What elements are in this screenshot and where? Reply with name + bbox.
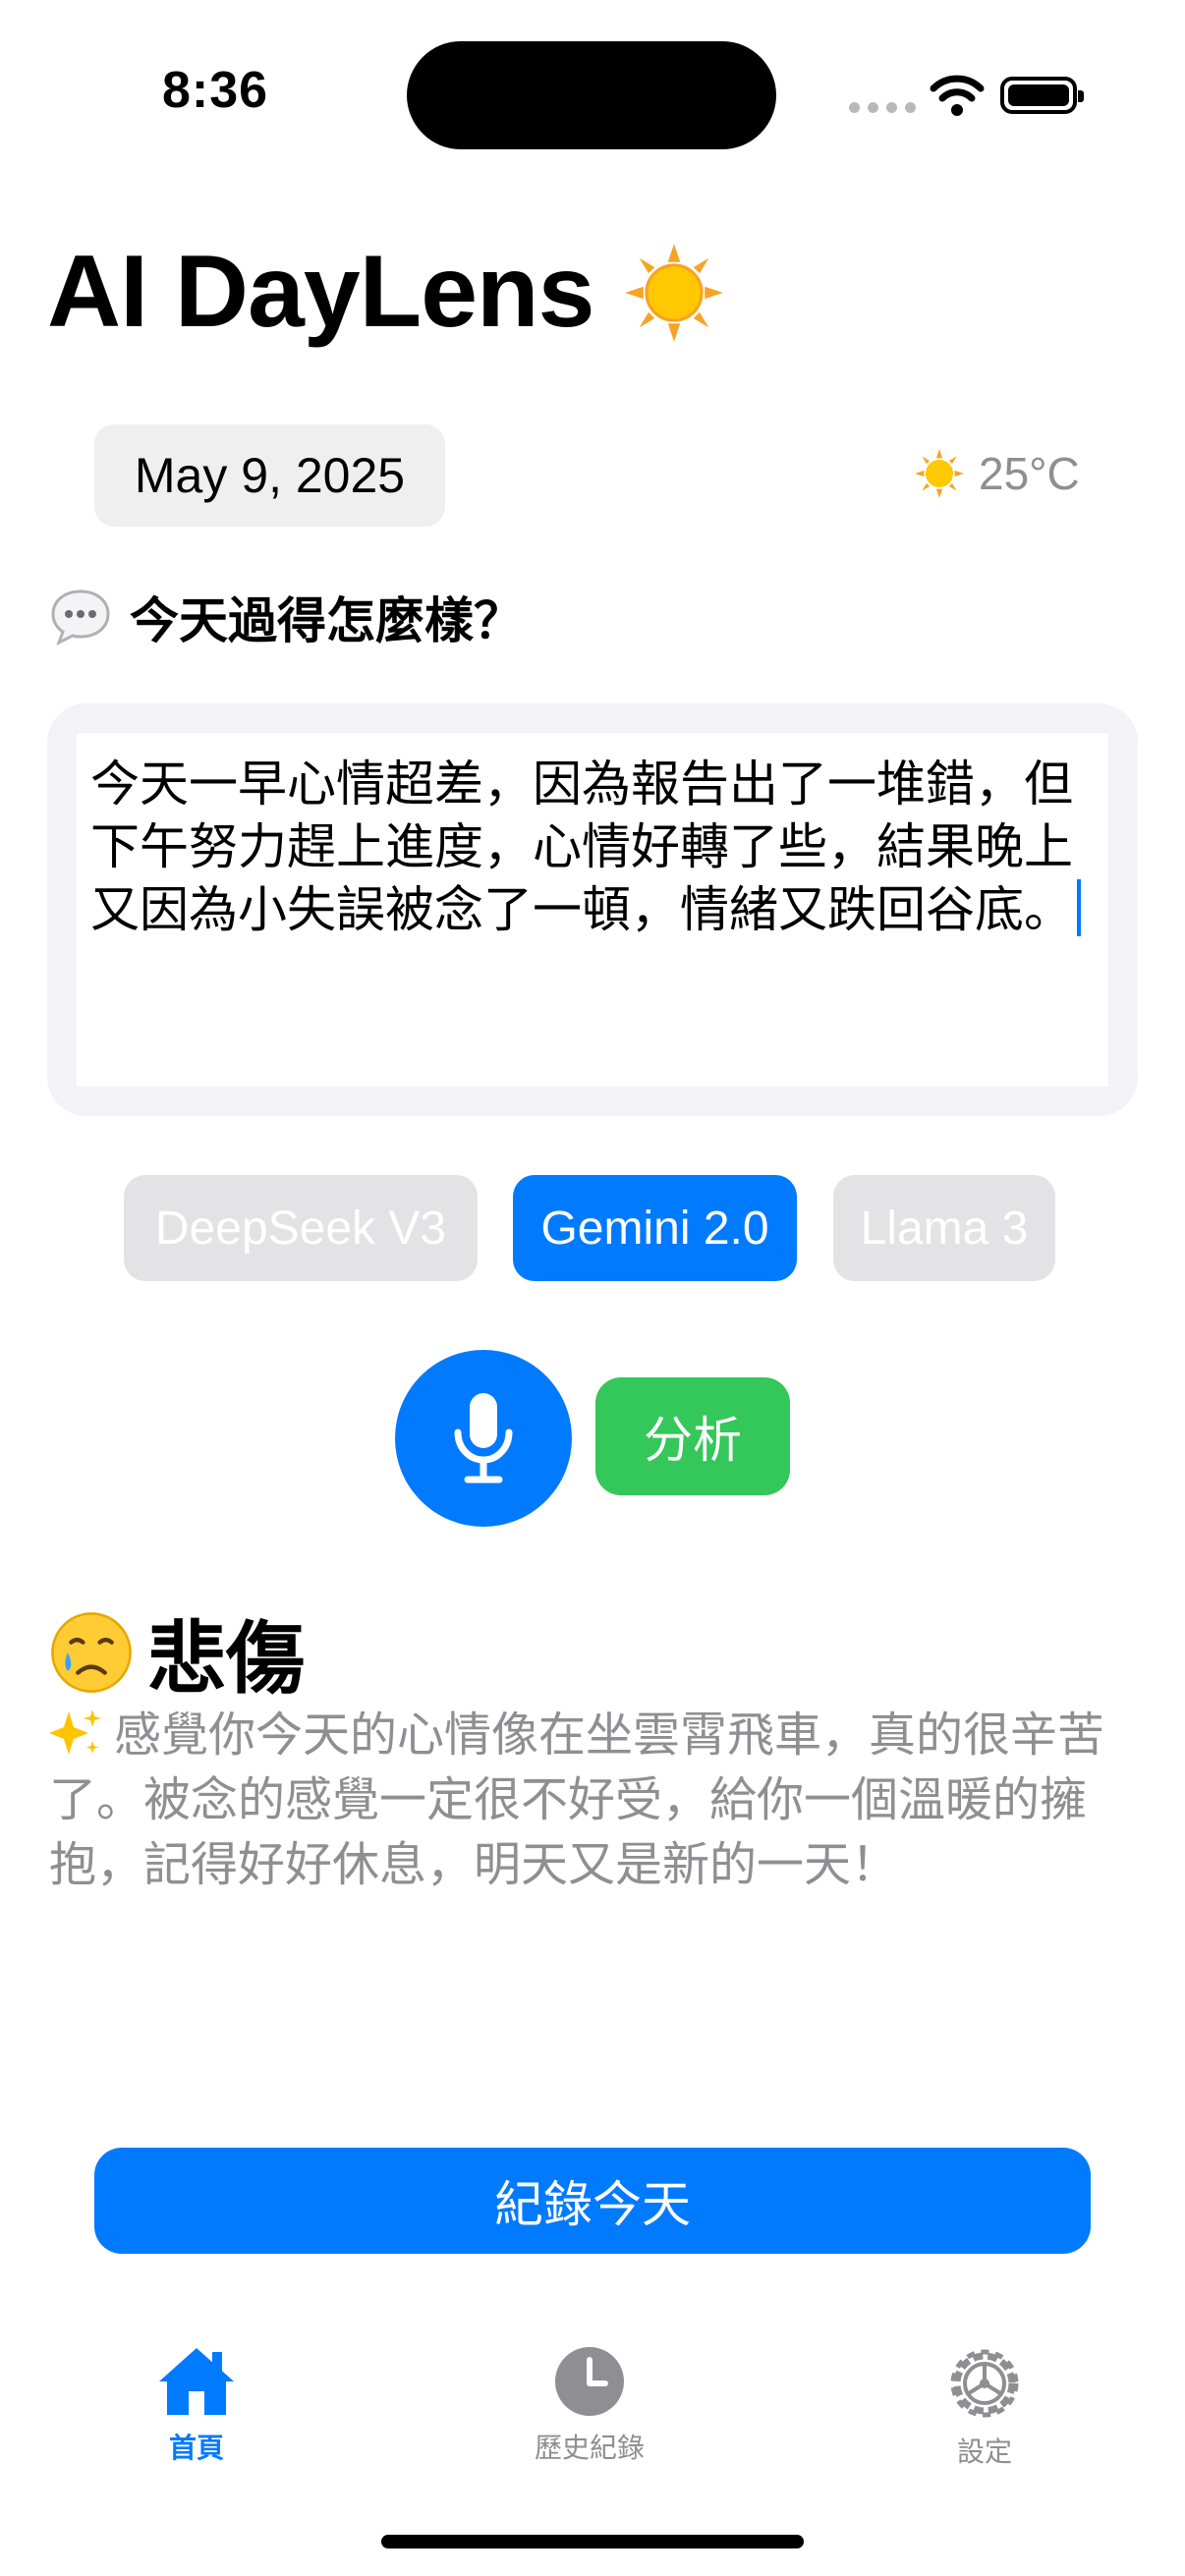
- sun-emoji: [915, 449, 964, 498]
- status-time: 8:36: [162, 62, 269, 119]
- model-button-deepseek[interactable]: DeepSeek V3: [124, 1175, 478, 1281]
- mood-label: 悲傷: [147, 1615, 305, 1703]
- battery-icon: [1000, 77, 1084, 114]
- crying-face-emoji: [51, 1612, 132, 1693]
- prompt-text: 今天過得怎麼樣？: [130, 593, 523, 648]
- house-icon: [159, 2348, 234, 2415]
- speech-bubble-icon: [51, 589, 110, 646]
- model-button-llama[interactable]: Llama 3: [833, 1175, 1055, 1281]
- dynamic-island: [407, 41, 776, 149]
- entry-text-content: 今天一早心情超差，因為報告出了一堆錯，但下午努力趕上進度，心情好轉了些，結果晚上…: [90, 753, 1093, 941]
- result-text: 感覺你今天的心情像在坐雲霄飛車，真的很辛苦了。被念的感覺一定很不好受，給你一個溫…: [49, 1709, 1105, 1891]
- date-picker-button[interactable]: May 9, 2025: [94, 424, 445, 527]
- weather-info: 25°C: [914, 447, 1080, 500]
- mood-row: 悲傷: [49, 1596, 305, 1709]
- tab-history-label: 歷史紀錄: [534, 2433, 645, 2463]
- tab-history[interactable]: 歷史紀錄: [491, 2344, 688, 2466]
- app-title-row: AI DayLens: [47, 234, 725, 351]
- temperature-label: 25°C: [979, 448, 1080, 499]
- tab-home[interactable]: 首頁: [98, 2344, 295, 2466]
- page-title: AI DayLens: [47, 235, 594, 349]
- prompt-row: 今天過得怎麼樣？: [49, 582, 523, 652]
- sun-emoji: [625, 243, 724, 342]
- tab-home-label: 首頁: [168, 2433, 224, 2463]
- model-button-gemini[interactable]: Gemini 2.0: [513, 1175, 797, 1281]
- sparkles-emoji: [49, 1709, 101, 1755]
- tab-settings-label: 設定: [956, 2436, 1012, 2467]
- result-message: 感覺你今天的心情像在坐雲霄飛車，真的很辛苦了。被念的感覺一定很不好受，給你一個溫…: [49, 1704, 1140, 1898]
- wifi-icon: [930, 75, 985, 116]
- microphone-button[interactable]: [395, 1350, 572, 1527]
- cellular-dots-icon: [849, 102, 916, 113]
- record-today-button[interactable]: 紀錄今天: [94, 2148, 1091, 2254]
- microphone-icon: [454, 1393, 513, 1484]
- home-indicator: [381, 2535, 804, 2548]
- gear-icon: [950, 2349, 1019, 2418]
- text-caret: [1077, 879, 1081, 936]
- clock-icon: [555, 2347, 624, 2416]
- tab-settings[interactable]: 設定: [886, 2344, 1083, 2470]
- entry-text: 今天一早心情超差，因為報告出了一堆錯，但下午努力趕上進度，心情好轉了些，結果晚上…: [90, 756, 1073, 937]
- analyze-button[interactable]: 分析: [595, 1377, 790, 1495]
